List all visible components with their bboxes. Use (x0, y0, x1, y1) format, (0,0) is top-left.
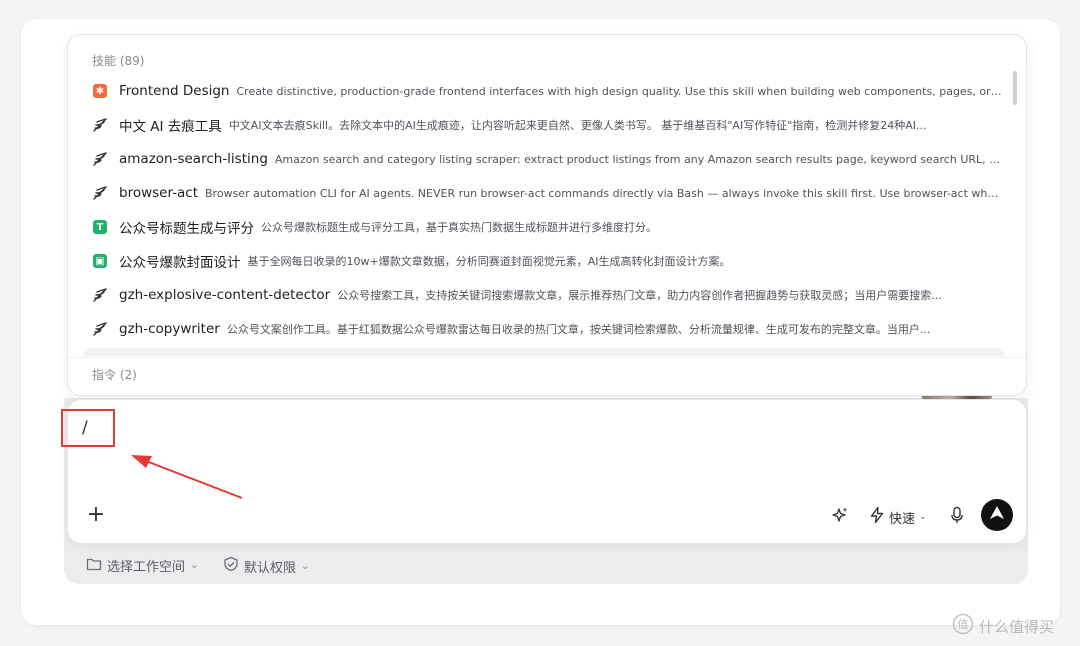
chevron-down-icon: ⌄ (919, 512, 927, 522)
skills-section-header: 技能 (89) (92, 54, 145, 68)
frontend-design-orange-icon: ✱ (91, 82, 109, 100)
skill-name: 中文 AI 去痕工具 (119, 119, 222, 135)
workspace-label: 选择工作空间 (107, 560, 186, 575)
annotation-highlight-box (61, 409, 115, 447)
slash-command-popup: 技能 (89) ✱ Frontend Design Create distinc… (67, 34, 1027, 396)
skill-item-ai-trace-remover[interactable]: 中文 AI 去痕工具 中文AI文本去痕Skill。去除文本中的AI生成痕迹，让内… (82, 110, 1002, 140)
skill-description: 基于全网每日收录的10w+爆款文章数据，分析同赛道封面视觉元素，AI生成高转化封… (247, 255, 731, 268)
skill-feather-icon (91, 320, 109, 338)
sparkle-button[interactable] (831, 506, 849, 528)
svg-text:值: 值 (958, 618, 969, 631)
skill-item-frontend-design[interactable]: ✱ Frontend Design Create distinctive, pr… (82, 76, 1002, 106)
sparkle-icon (831, 506, 849, 528)
title-green-icon: T (91, 218, 109, 236)
send-arrow-icon (988, 504, 1006, 526)
skill-item-gzh-title-generator[interactable]: T 公众号标题生成与评分 公众号爆款标题生成与评分工具，基于真实热门数据生成标题… (82, 212, 1002, 242)
skill-description: Create distinctive, production-grade fro… (236, 84, 1002, 98)
folder-icon (86, 557, 102, 575)
skill-feather-icon (91, 184, 109, 202)
watermark-logo-icon: 值 (952, 613, 974, 639)
skill-description: Amazon search and category listing scrap… (274, 152, 1002, 166)
partially-visible-row (84, 348, 1004, 356)
popup-scrollbar[interactable] (1013, 71, 1017, 105)
permission-selector[interactable]: 默认权限 ⌄ (223, 556, 309, 576)
commands-section-header: 指令 (2) (92, 368, 137, 382)
speed-mode-dropdown[interactable]: 快速 ⌄ (868, 506, 927, 528)
skill-description: 公众号爆款标题生成与评分工具，基于真实热门数据生成标题并进行多维度打分。 (261, 221, 657, 234)
skill-item-amazon-search-listing[interactable]: amazon-search-listing Amazon search and … (82, 144, 1002, 174)
lightning-icon (868, 506, 886, 528)
skill-description: Browser automation CLI for AI agents. NE… (205, 186, 1002, 200)
skill-name: browser-act (119, 185, 199, 201)
speed-mode-label: 快速 (889, 511, 916, 527)
watermark: 值 什么值得买 (952, 613, 1054, 639)
skill-item-gzh-cover-design[interactable]: ▣ 公众号爆款封面设计 基于全网每日收录的10w+爆款文章数据，分析同赛道封面视… (82, 246, 1002, 276)
skill-feather-icon (91, 150, 109, 168)
add-attachment-button[interactable]: + (86, 504, 106, 526)
skill-description: 公众号搜索工具，支持按关键词搜索爆款文章，展示推荐热门文章，助力内容创作者把握趋… (337, 289, 942, 302)
skill-name: amazon-search-listing (119, 151, 268, 167)
skill-description: 公众号文案创作工具。基于红狐数据公众号爆款雷达每日收录的热门文章，按关键词检索爆… (226, 323, 931, 336)
chevron-down-icon: ⌄ (301, 560, 310, 572)
skill-description: 中文AI文本去痕Skill。去除文本中的AI生成痕迹，让内容听起来更自然、更像人… (228, 119, 927, 132)
skill-name: gzh-copywriter (119, 321, 220, 337)
skill-feather-icon (91, 286, 109, 304)
skill-feather-icon (91, 116, 109, 134)
workspace-selector[interactable]: 选择工作空间 ⌄ (86, 556, 198, 575)
skill-item-browser-act[interactable]: browser-act Browser automation CLI for A… (82, 178, 1002, 208)
section-divider (68, 357, 1026, 358)
skill-name: 公众号标题生成与评分 (119, 221, 254, 237)
microphone-icon (949, 506, 965, 528)
voice-input-button[interactable] (949, 506, 965, 528)
cover-green-icon: ▣ (91, 252, 109, 270)
skill-name: 公众号爆款封面设计 (119, 255, 241, 271)
permission-label: 默认权限 (244, 560, 297, 576)
skill-name: gzh-explosive-content-detector (119, 287, 331, 303)
skill-item-gzh-copywriter[interactable]: gzh-copywriter 公众号文案创作工具。基于红狐数据公众号爆款雷达每日… (82, 314, 1002, 344)
send-button[interactable] (981, 499, 1013, 531)
watermark-text: 什么值得买 (979, 617, 1055, 636)
skill-item-gzh-explosive-content-detector[interactable]: gzh-explosive-content-detector 公众号搜索工具，支… (82, 280, 1002, 310)
chevron-down-icon: ⌄ (190, 560, 199, 571)
shield-check-icon (223, 556, 239, 576)
skill-name: Frontend Design (119, 83, 230, 99)
